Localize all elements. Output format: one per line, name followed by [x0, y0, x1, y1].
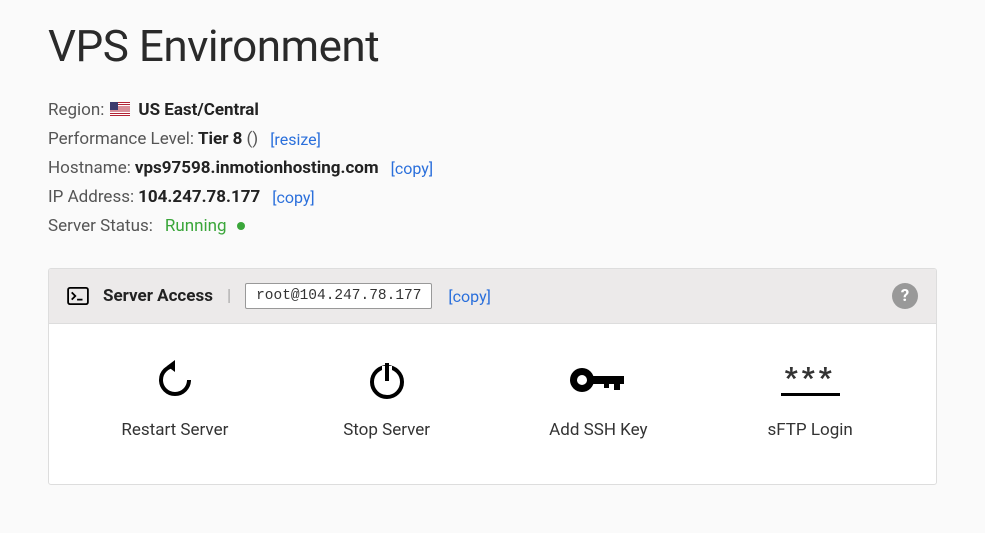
server-details: Region: US East/Central Performance Leve… — [48, 96, 937, 240]
resize-link[interactable]: [resize] — [270, 126, 321, 153]
ssh-copy-link[interactable]: [copy] — [448, 287, 490, 306]
server-access-title: Server Access — [103, 286, 213, 306]
ip-copy-link[interactable]: [copy] — [272, 184, 314, 211]
add-ssh-key-button[interactable]: Add SSH Key — [518, 358, 678, 440]
ip-label: IP Address: — [48, 183, 134, 212]
sftp-label: sFTP Login — [767, 420, 852, 440]
sftp-login-button[interactable]: *** sFTP Login — [730, 358, 890, 440]
server-access-divider: | — [227, 286, 231, 306]
restart-server-button[interactable]: Restart Server — [95, 358, 255, 440]
performance-label: Performance Level: — [48, 125, 194, 154]
page-title: VPS Environment — [48, 20, 937, 72]
terminal-icon — [67, 287, 89, 305]
ssh-key-label: Add SSH Key — [549, 420, 647, 440]
hostname-copy-link[interactable]: [copy] — [391, 155, 433, 182]
stop-label: Stop Server — [343, 420, 430, 440]
status-line: Server Status: Running — [48, 212, 937, 241]
server-actions: Restart Server Stop Server — [49, 324, 936, 484]
restart-label: Restart Server — [121, 420, 228, 440]
performance-extra: () — [246, 125, 258, 154]
region-line: Region: US East/Central — [48, 96, 937, 125]
performance-value: Tier 8 — [198, 125, 242, 154]
hostname-line: Hostname: vps97598.inmotionhosting.com [… — [48, 154, 937, 183]
hostname-label: Hostname: — [48, 154, 131, 183]
stop-server-button[interactable]: Stop Server — [307, 358, 467, 440]
password-icon: *** — [781, 358, 840, 402]
help-icon[interactable]: ? — [892, 283, 918, 309]
region-label: Region: — [48, 96, 104, 125]
status-value: Running — [165, 212, 227, 241]
restart-icon — [153, 358, 197, 402]
region-value: US East/Central — [138, 96, 258, 125]
performance-line: Performance Level: Tier 8 () [resize] — [48, 125, 937, 154]
hostname-value: vps97598.inmotionhosting.com — [135, 154, 379, 183]
power-icon — [365, 358, 409, 402]
server-access-header: Server Access | root@104.247.78.177 [cop… — [49, 269, 936, 324]
key-icon — [568, 358, 628, 402]
ssh-connection-string[interactable]: root@104.247.78.177 — [245, 283, 432, 309]
ip-value: 104.247.78.177 — [138, 183, 260, 212]
server-access-panel: Server Access | root@104.247.78.177 [cop… — [48, 268, 937, 485]
status-dot-icon — [237, 222, 245, 230]
us-flag-icon — [110, 102, 130, 116]
status-label: Server Status: — [48, 212, 153, 241]
ip-line: IP Address: 104.247.78.177 [copy] — [48, 183, 937, 212]
